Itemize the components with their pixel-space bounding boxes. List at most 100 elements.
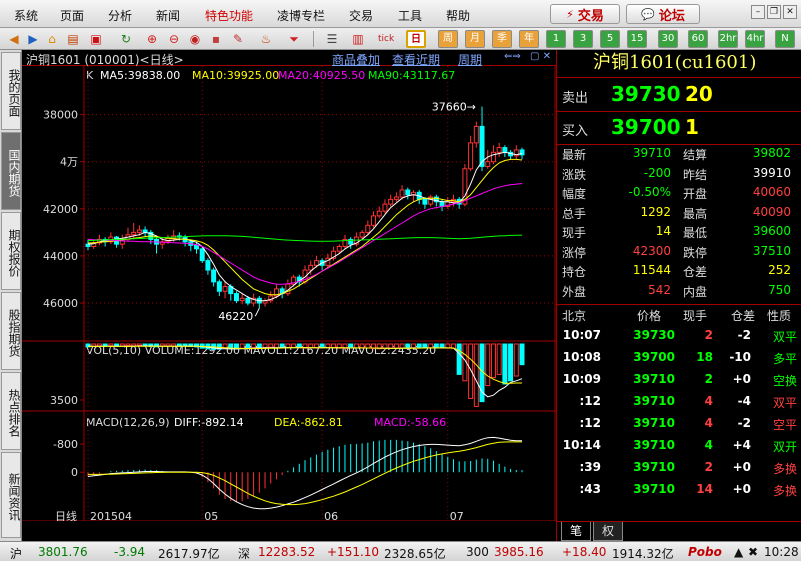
tick-time: 10:08 [562, 350, 601, 364]
tick-row[interactable]: :39 39710 2 +0 多换 [557, 460, 801, 480]
stat-label: 总手 [562, 206, 587, 221]
menu-item-features[interactable]: 特色功能 [205, 7, 253, 24]
volume-bar [319, 343, 325, 349]
restore-icon[interactable]: ❐ [767, 5, 781, 19]
news-icon[interactable]: ▤ [65, 31, 81, 47]
hs300-label: 300 [466, 545, 489, 559]
minimize-icon[interactable]: – [751, 5, 765, 19]
tick-row[interactable]: 10:14 39710 4 +4 双开 [557, 438, 801, 458]
close-icon[interactable]: ✕ [783, 5, 797, 19]
period-day-button[interactable]: 日 [406, 30, 426, 48]
period-week-button[interactable]: 周 [438, 30, 458, 48]
period-5min-button[interactable]: 5 [600, 30, 620, 48]
stat-value: 11544 [632, 263, 671, 277]
volume-bar [251, 343, 257, 349]
tab-trades[interactable]: 笔 [561, 522, 591, 541]
tick-row[interactable]: :12 39710 4 -2 空平 [557, 416, 801, 436]
stat-value: -0.50% [628, 185, 671, 199]
tick-row[interactable]: 10:08 39700 18 -10 多平 [557, 350, 801, 370]
brush-icon[interactable]: ♨ [258, 31, 274, 47]
stat-label: 跌停 [683, 245, 708, 260]
period-4hr-button[interactable]: 4hr [745, 30, 765, 48]
volume-bar [245, 343, 251, 349]
stat-value: 39802 [752, 146, 791, 160]
period-3min-button[interactable]: 3 [573, 30, 593, 48]
period-60min-button[interactable]: 60 [688, 30, 708, 48]
tick-icon[interactable]: tick [378, 31, 394, 47]
tick-row[interactable]: :43 39710 14 +0 多换 [557, 482, 801, 502]
k-legend-label: K [86, 69, 94, 82]
candle-chart-icon[interactable]: ▥ [350, 31, 366, 47]
connection-icon[interactable]: ✖ [748, 545, 758, 559]
tick-volume: 2 [704, 460, 713, 474]
period-1min-button[interactable]: 1 [546, 30, 566, 48]
tick-row[interactable]: 10:07 39730 2 -2 双平 [557, 328, 801, 348]
volume-bar [422, 343, 428, 349]
divider [557, 111, 801, 112]
hs300-amount: 1914.32亿 [612, 547, 674, 561]
period-year-button[interactable]: 年 [519, 30, 539, 48]
tab-my-page[interactable]: 我的页面 [1, 52, 21, 130]
pencil-icon[interactable]: ✎ [230, 31, 246, 47]
chart-nav-arrows-icon[interactable]: ⇐⇒ [504, 51, 521, 62]
sh-index-label: 沪 [10, 547, 23, 561]
candle-body [308, 264, 314, 271]
forum-button[interactable]: 💬 论坛 [626, 4, 700, 24]
period-2hr-button[interactable]: 2hr [718, 30, 738, 48]
list-icon[interactable]: ☰ [324, 31, 340, 47]
zoom-out-icon[interactable]: ⊖ [166, 31, 182, 47]
volume-bar [256, 343, 262, 349]
home-icon[interactable]: ⌂ [44, 31, 60, 47]
menu-item-help[interactable]: 帮助 [446, 7, 470, 24]
period-quarter-button[interactable]: 季 [492, 30, 512, 48]
trade-button[interactable]: ⚡ 交易 [550, 4, 620, 24]
tab-domestic-futures[interactable]: 国内期货 [1, 132, 21, 210]
trade-button-label: 交易 [577, 8, 604, 24]
target-icon[interactable]: ◉ [187, 31, 203, 47]
sz-index-label: 深 [238, 547, 251, 561]
bid-row[interactable]: 买入 39700 1 [557, 113, 801, 143]
candle-body [211, 269, 217, 283]
menu-item-column[interactable]: 凌博专栏 [277, 7, 325, 24]
refresh-icon[interactable]: ↻ [118, 31, 134, 47]
menu-item-news[interactable]: 新闻 [156, 7, 180, 24]
menu-item-system[interactable]: 系统 [14, 7, 38, 24]
ask-row[interactable]: 卖出 39730 20 [557, 80, 801, 110]
back-arrow-icon[interactable]: ◀ [6, 31, 22, 47]
tick-row[interactable]: :12 39710 4 -4 双平 [557, 394, 801, 414]
menu-item-trade[interactable]: 交易 [349, 7, 373, 24]
tab-news-info[interactable]: 新闻资讯 [1, 452, 21, 538]
tab-options-quote[interactable]: 期权报价 [1, 212, 21, 290]
tab-index-futures[interactable]: 股指期货 [1, 292, 21, 370]
tab-hot-ranking[interactable]: 热点排名 [1, 372, 21, 450]
volume-bar [353, 343, 359, 349]
chart-window-controls-icon[interactable]: ▢ ✕ [530, 51, 551, 62]
volume-bar [279, 343, 285, 348]
filter-icon[interactable]: ⏷ [286, 31, 302, 47]
tick-row[interactable]: 10:09 39710 2 +0 空换 [557, 372, 801, 392]
volume-bar [439, 343, 445, 349]
candle-body [388, 198, 394, 205]
zoom-in-icon[interactable]: ⊕ [144, 31, 160, 47]
menu-item-page[interactable]: 页面 [60, 7, 84, 24]
period-15min-button[interactable]: 15 [627, 30, 647, 48]
ma90-legend: MA90:43117.67 [368, 69, 455, 82]
tab-rights[interactable]: 权 [593, 522, 623, 541]
square-icon[interactable]: ▪ [208, 31, 224, 47]
period-n-button[interactable]: N [775, 30, 795, 48]
stat-value: 37510 [752, 243, 791, 258]
candle-body [376, 210, 382, 217]
menu-item-tools[interactable]: 工具 [398, 7, 422, 24]
period-30min-button[interactable]: 30 [658, 30, 678, 48]
signal-icon: ▲ [734, 545, 744, 559]
volume-bar [513, 343, 519, 377]
menu-item-analysis[interactable]: 分析 [108, 7, 132, 24]
period-month-button[interactable]: 月 [465, 30, 485, 48]
forward-arrow-icon[interactable]: ▶ [25, 31, 41, 47]
quote-board-icon[interactable]: ▣ [88, 31, 104, 47]
ma5-legend: MA5:39838.00 [100, 69, 180, 82]
tick-price: 39710 [633, 438, 675, 452]
candle-body [205, 260, 211, 271]
chart-area[interactable]: K MA5:39838.00 MA10:39925.00 MA20:40925.… [22, 66, 556, 521]
volume-bar [359, 343, 365, 349]
